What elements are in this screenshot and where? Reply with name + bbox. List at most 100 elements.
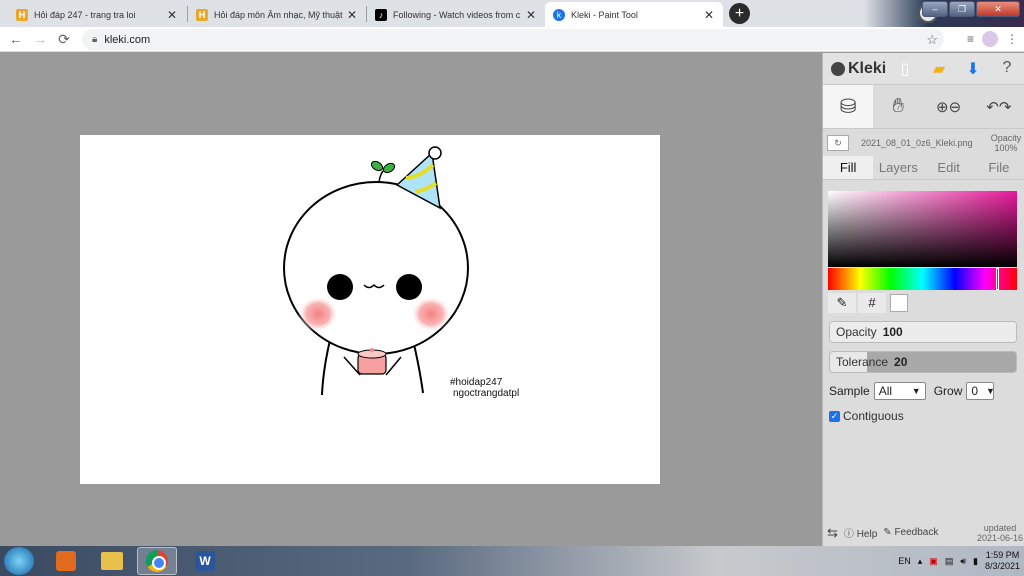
layer-opacity-value: 100% [994,142,1018,153]
lock-icon[interactable]: 🔒︎ [92,34,97,45]
kleki-favicon-icon: k [553,8,565,21]
back-arrow-icon[interactable]: ← [4,31,28,47]
h-favicon-icon: H [16,8,28,21]
close-icon[interactable]: ✕ [166,8,178,22]
opacity-slider-value: 100 [882,325,903,339]
address-bar[interactable]: 🔒︎ kleki.com ☆ [82,29,944,50]
header-actions: ▯ ▰ ⬇ ? [888,59,1024,79]
tab-hoidap247[interactable]: H Hỏi đáp 247 - trang tra loi ✕ [8,2,186,27]
clock[interactable]: 1:59 PM 8/3/2021 [985,550,1020,572]
drawing-canvas[interactable]: #hoidap247 ngoctrangdatpl [80,135,660,484]
language-indicator[interactable]: EN [898,556,911,566]
help-circle-icon[interactable]: ? [990,59,1024,79]
hue-marker[interactable] [996,268,999,290]
tolerance-slider-value: 20 [894,355,908,369]
grow-select[interactable]: 0 ▼ [966,382,995,400]
kleki-sidebar: Kleki ▯ ▰ ⬇ ? ⛁ ✋︎ ⊕⊖ ↶↷ ↻ 2021_08_01_0z… [822,53,1024,546]
minimize-button[interactable]: – [922,1,948,17]
bookmark-star-icon[interactable]: ☆ [926,32,938,48]
url-text: kleki.com [104,33,151,46]
paint-bucket-icon[interactable]: ⛁ [823,85,874,128]
tab-fill[interactable]: Fill [823,156,874,179]
taskbar-word[interactable]: W [185,547,225,575]
contiguous-row[interactable]: ✓ Contiguous [829,409,904,423]
tab-title: Hỏi đáp 247 - trang tra loi [34,9,136,20]
open-folder-icon[interactable]: ▰ [922,59,956,79]
updated-date: 2021-06-16 [976,532,1023,543]
hand-icon[interactable]: ✋︎ [873,85,923,128]
feedback-icon: ✎ [883,527,892,538]
opacity-slider[interactable]: Opacity 100 [829,321,1017,343]
tab-file[interactable]: File [974,156,1024,179]
current-color-swatch[interactable] [890,294,908,312]
tab-tiktok[interactable]: ♪ Following - Watch videos from c ✕ [367,2,545,27]
hue-slider[interactable] [828,268,1017,290]
close-icon[interactable]: ✕ [703,8,715,22]
eyedropper-icon[interactable]: ✎ [828,293,856,313]
sample-select-value: All [878,384,893,398]
sample-select[interactable]: All ▼ [873,382,926,400]
reading-list-icon[interactable]: ≡ [967,32,974,46]
undo-redo-icon[interactable]: ↶↷ [974,85,1024,128]
browser-tab-strip: H Hỏi đáp 247 - trang tra loi ✕ H Hỏi đá… [0,0,1024,27]
contiguous-checkbox[interactable]: ✓ [829,410,840,422]
download-icon[interactable]: ⬇ [956,59,990,79]
menu-dots-icon[interactable]: ⋮ [1006,32,1018,46]
start-button[interactable] [4,547,34,575]
browser-toolbar: ← → ⟳ 🔒︎ kleki.com ☆ ≡ ⋮ [0,27,1024,52]
antivirus-icon[interactable]: ▣ [929,556,938,567]
updated-info: updated 2021-06-16 [977,523,1024,543]
swap-sides-icon[interactable]: ⇆ [827,525,838,541]
kleki-footer: ⇆ ⓘ Help ✎ Feedback updated 2021-06-16 [823,519,1024,546]
close-icon[interactable]: ✕ [525,8,537,22]
chevron-down-icon: ▼ [986,386,995,396]
media-player-icon [56,551,76,571]
canvas-workspace[interactable]: #hoidap247 ngoctrangdatpl [0,53,822,546]
grow-select-value: 0 [971,384,979,398]
kleki-tabs: Fill Layers Edit File [823,156,1024,180]
kleki-logo[interactable]: Kleki [831,60,886,78]
folder-icon [101,552,123,570]
reload-icon[interactable]: ⟳ [52,31,76,48]
close-icon[interactable]: ✕ [346,8,358,22]
help-icon: ⓘ [843,529,854,540]
maximize-button[interactable]: ❐ [949,1,975,17]
tab-layers[interactable]: Layers [873,156,923,179]
tolerance-slider[interactable]: Tolerance 20 [829,351,1017,373]
tray-expand-icon[interactable]: ▴ [918,556,923,567]
taskbar-media-player[interactable] [46,547,86,575]
color-tools: ✎ # [828,293,908,313]
taskbar-explorer[interactable] [92,547,132,575]
clock-time: 1:59 PM [985,550,1020,560]
help-link[interactable]: ⓘ Help [844,525,877,540]
grow-label: Grow [933,384,963,398]
word-icon: W [195,551,215,571]
new-tab-button[interactable]: + [729,3,750,24]
help-label: Help [856,529,878,540]
watermark-line-2: ngoctrangdatpl [453,388,520,399]
forward-arrow-icon[interactable]: → [28,31,52,47]
file-name: 2021_08_01_0z6_Kleki.png [861,137,973,148]
zoom-icon[interactable]: ⊕⊖ [924,85,974,128]
volume-icon[interactable]: 🔊︎ [960,556,966,567]
tab-title: Kleki - Paint Tool [571,9,638,20]
tab-hoidap-amnhac[interactable]: H Hỏi đáp môn Âm nhạc, Mỹ thuật ✕ [188,2,366,27]
new-file-icon[interactable]: ▯ [888,59,922,79]
tolerance-slider-label: Tolerance [836,355,889,369]
kleki-logo-text: Kleki [848,59,887,77]
device-icon[interactable]: ▤ [945,556,954,567]
hex-input-button[interactable]: # [858,293,886,313]
avatar[interactable] [982,31,998,47]
feedback-link[interactable]: ✎ Feedback [883,527,938,538]
tab-kleki[interactable]: k Kleki - Paint Tool ✕ [545,2,723,27]
updated-label: updated [983,522,1017,533]
tiktok-favicon-icon: ♪ [375,8,387,21]
color-saturation-picker[interactable] [828,191,1017,267]
tool-row: ⛁ ✋︎ ⊕⊖ ↶↷ [823,84,1024,129]
network-icon[interactable]: ▮ [973,556,978,567]
file-thumbnail[interactable]: ↻ [827,134,849,151]
sample-label: Sample [829,384,870,398]
window-close-button[interactable]: ✕ [976,1,1020,17]
taskbar-chrome[interactable] [137,547,177,575]
tab-edit[interactable]: Edit [924,156,974,179]
